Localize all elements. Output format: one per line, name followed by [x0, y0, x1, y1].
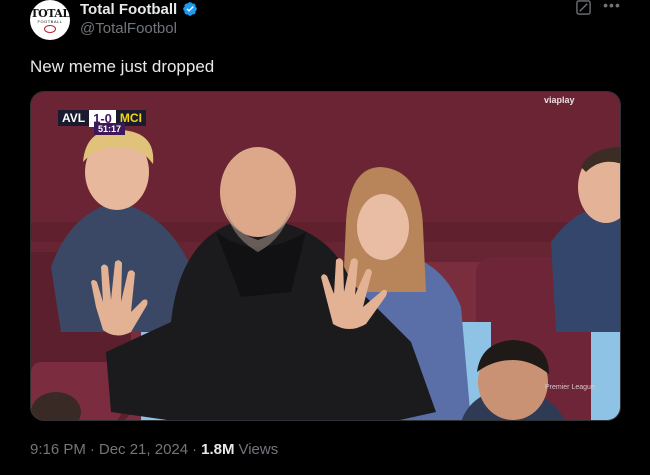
avatar-logo-subtext: FOOTBALL [37, 18, 63, 24]
author-handle[interactable]: @TotalFootbol [80, 20, 177, 37]
tweet-date[interactable]: Dec 21, 2024 [99, 441, 188, 458]
home-team: AVL [58, 110, 90, 126]
views-count[interactable]: 1.8M [201, 441, 234, 458]
meta-separator: · [89, 441, 95, 458]
tweet-text: New meme just dropped [30, 57, 215, 76]
avatar-logo-mark [44, 24, 56, 33]
tweet-meta: 9:16 PM · Dec 21, 2024 · 1.8M Views [30, 441, 278, 458]
tweet-media-image[interactable]: AVL 1-0 MCI 51:17 viaplay Premier League [30, 91, 621, 421]
tweet-post: TOTAL FOOTBALL Total Football @TotalFoot… [0, 0, 650, 475]
grok-icon[interactable] [576, 0, 591, 15]
league-watermark: Premier League [545, 384, 595, 391]
meta-separator: · [192, 441, 198, 458]
more-options-icon[interactable]: ••• [602, 0, 622, 15]
views-label: Views [238, 441, 279, 458]
verified-badge-icon [183, 2, 198, 16]
tweet-time[interactable]: 9:16 PM [30, 441, 86, 458]
broadcaster-logo: viaplay [544, 95, 575, 105]
broadcast-photo [31, 92, 620, 420]
avatar-logo-text: TOTAL [30, 6, 70, 20]
author-display-name[interactable]: Total Football [80, 1, 177, 18]
author-name-row: Total Football [80, 0, 198, 18]
match-clock: 51:17 [94, 123, 126, 135]
avatar[interactable]: TOTAL FOOTBALL [30, 0, 70, 40]
